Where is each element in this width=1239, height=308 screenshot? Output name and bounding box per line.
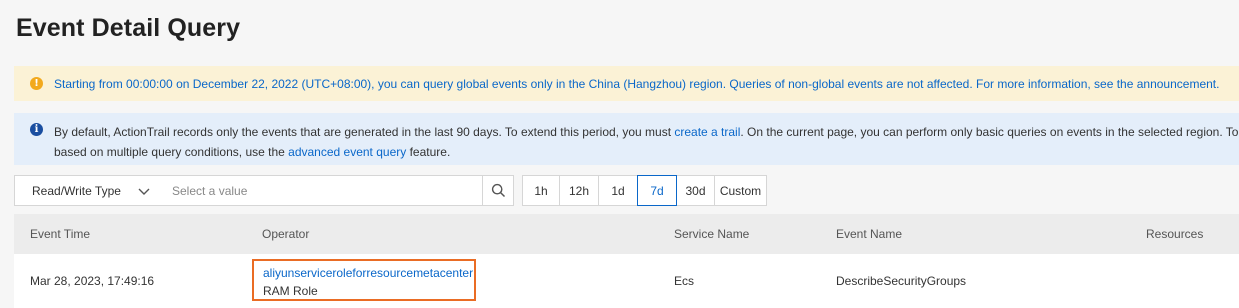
operator-cell-highlight: aliyunserviceroleforresourcemetacenter R… xyxy=(252,259,476,301)
table-header: Event Time Operator Service Name Event N… xyxy=(14,214,1239,254)
range-30d-button[interactable]: 30d xyxy=(676,175,715,206)
column-event-name: Event Name xyxy=(836,227,903,241)
info-text-segment: feature. xyxy=(406,145,451,159)
read-write-type-label: Read/Write Type xyxy=(32,183,121,198)
info-icon: i xyxy=(30,123,43,136)
column-resources: Resources xyxy=(1146,227,1204,241)
range-7d-button[interactable]: 7d xyxy=(637,175,677,206)
time-range-group: 1h 12h 1d 7d 30d Custom xyxy=(522,175,767,206)
range-custom-button[interactable]: Custom xyxy=(714,175,767,206)
operator-type: RAM Role xyxy=(263,284,318,298)
range-12h-button[interactable]: 12h xyxy=(559,175,599,206)
operator-name-link[interactable]: aliyunserviceroleforresourcemetacenter xyxy=(263,264,474,282)
info-banner: i By default, ActionTrail records only t… xyxy=(14,113,1239,165)
read-write-type-select[interactable]: Read/Write Type xyxy=(14,175,158,206)
warning-icon: ! xyxy=(30,77,43,90)
column-service-name: Service Name xyxy=(674,227,750,241)
info-text-segment: By default, ActionTrail records only the… xyxy=(54,125,675,139)
info-text-segment: based on multiple query conditions, use … xyxy=(54,145,289,159)
column-operator: Operator xyxy=(262,227,310,241)
create-trail-link[interactable]: create a trail xyxy=(674,125,740,139)
page-title: Event Detail Query xyxy=(16,14,241,42)
column-event-time: Event Time xyxy=(30,227,91,241)
advanced-event-query-link[interactable]: advanced event query xyxy=(288,145,406,159)
service-name-cell: Ecs xyxy=(674,274,695,288)
search-button[interactable] xyxy=(482,175,514,206)
table-row[interactable]: Mar 28, 2023, 17:49:16 aliyunservicerole… xyxy=(14,254,1239,308)
chevron-down-icon xyxy=(138,188,150,195)
value-placeholder: Select a value xyxy=(172,183,248,198)
range-1d-button[interactable]: 1d xyxy=(598,175,638,206)
event-time-cell: Mar 28, 2023, 17:49:16 xyxy=(30,274,155,288)
range-1h-button[interactable]: 1h xyxy=(522,175,560,206)
info-banner-text: By default, ActionTrail records only the… xyxy=(54,122,1239,162)
info-text-segment: . On the current page, you can perform o… xyxy=(740,125,1239,139)
warning-banner-text[interactable]: Starting from 00:00:00 on December 22, 2… xyxy=(54,77,1219,91)
warning-banner: ! Starting from 00:00:00 on December 22,… xyxy=(14,66,1239,101)
event-name-cell: DescribeSecurityGroups xyxy=(836,274,967,288)
search-icon xyxy=(491,183,505,198)
value-select-input[interactable]: Select a value xyxy=(157,175,483,206)
